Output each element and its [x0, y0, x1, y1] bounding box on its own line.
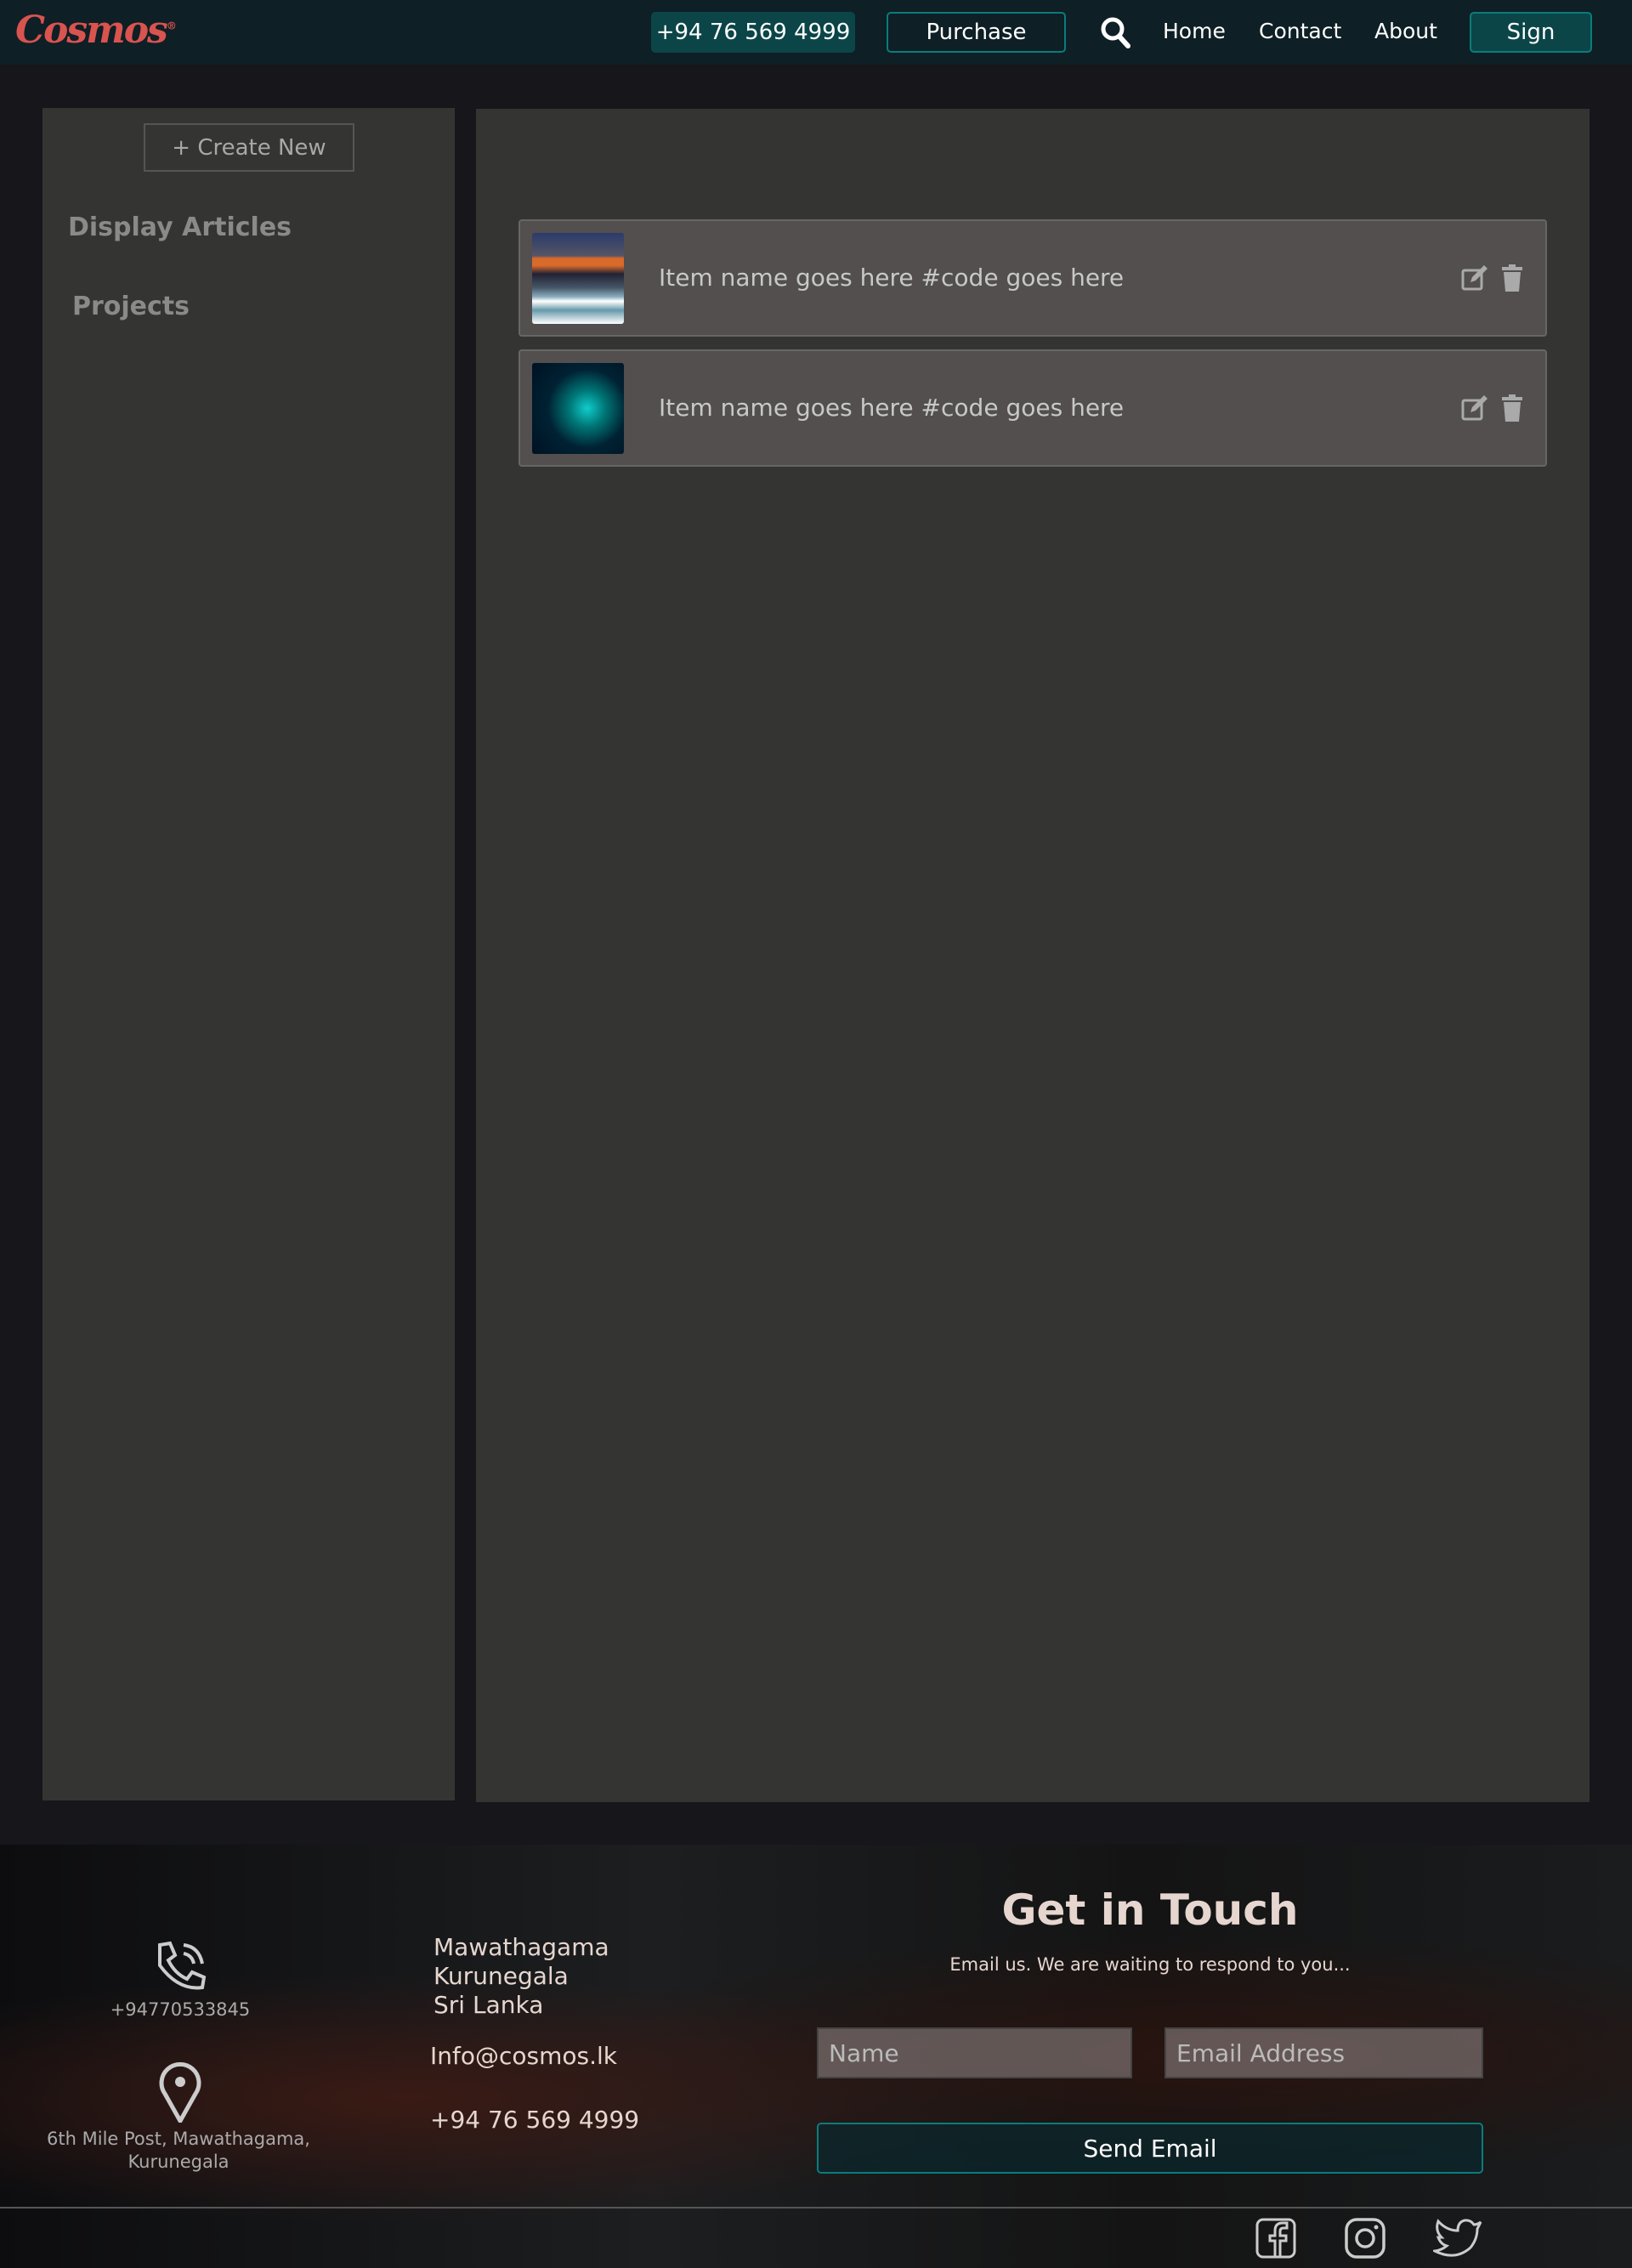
footer-address-small: 6th Mile Post, Mawathagama, Kurunegala: [17, 2128, 340, 2174]
address-line: Sri Lanka: [434, 1991, 544, 2019]
list-item[interactable]: Item name goes here #code goes here: [518, 219, 1547, 337]
create-new-button[interactable]: + Create New: [144, 123, 354, 172]
item-label: Item name goes here #code goes here: [659, 264, 1125, 292]
item-thumbnail: [532, 363, 624, 454]
address-line: 6th Mile Post, Mawathagama,: [47, 2129, 310, 2149]
edit-icon[interactable]: [1460, 264, 1489, 292]
address-line: Kurunegala: [128, 2152, 230, 2172]
logo-text: Cosmos: [15, 9, 168, 52]
email-input[interactable]: Email Address: [1164, 2027, 1483, 2078]
phone-icon: [158, 1941, 207, 1990]
nav-home[interactable]: Home: [1163, 19, 1226, 43]
registered-mark: ®: [166, 20, 177, 32]
trash-icon[interactable]: [1498, 394, 1527, 422]
item-thumbnail: [532, 233, 624, 324]
address-line: Kurunegala: [434, 1962, 569, 1990]
nav-about[interactable]: About: [1374, 19, 1437, 43]
list-item[interactable]: Item name goes here #code goes here: [518, 349, 1547, 467]
footer-address: Mawathagama Kurunegala Sri Lanka: [434, 1933, 609, 2020]
sidebar: [42, 108, 455, 1800]
instagram-icon[interactable]: [1344, 2217, 1386, 2259]
footer-phone[interactable]: +94 76 569 4999: [430, 2106, 639, 2134]
get-in-touch-subtitle: Email us. We are waiting to respond to y…: [949, 1954, 1351, 1975]
get-in-touch-title: Get in Touch: [1001, 1885, 1299, 1935]
trash-icon[interactable]: [1498, 264, 1527, 292]
edit-icon[interactable]: [1460, 394, 1489, 422]
purchase-button[interactable]: Purchase: [887, 12, 1066, 53]
footer-divider: [0, 2207, 1632, 2208]
address-line: Mawathagama: [434, 1933, 609, 1961]
name-input[interactable]: Name: [817, 2027, 1132, 2078]
facebook-icon[interactable]: [1255, 2217, 1297, 2259]
sidebar-item-display-articles[interactable]: Display Articles: [68, 213, 292, 242]
item-label: Item name goes here #code goes here: [659, 394, 1125, 422]
logo[interactable]: Cosmos®: [15, 9, 177, 52]
location-pin-icon: [159, 2061, 201, 2123]
send-email-button[interactable]: Send Email: [817, 2123, 1483, 2174]
twitter-icon[interactable]: [1433, 2217, 1484, 2259]
footer-phone-small: +94770533845: [110, 1999, 251, 2020]
sidebar-item-projects[interactable]: Projects: [72, 292, 190, 321]
phone-button[interactable]: +94 76 569 4999: [651, 12, 855, 53]
footer-email[interactable]: Info@cosmos.lk: [430, 2042, 617, 2070]
nav-contact[interactable]: Contact: [1259, 19, 1341, 43]
search-icon[interactable]: [1098, 15, 1132, 49]
sign-button[interactable]: Sign: [1470, 12, 1592, 53]
